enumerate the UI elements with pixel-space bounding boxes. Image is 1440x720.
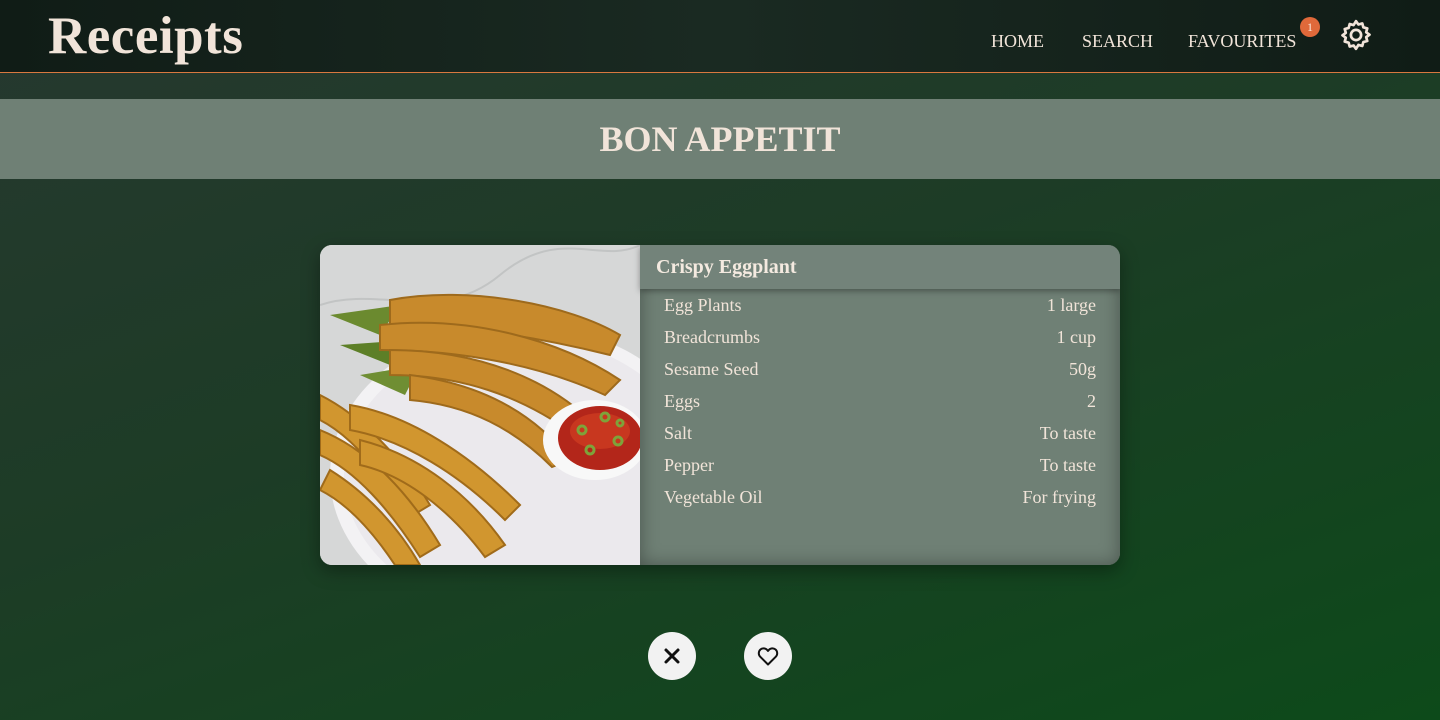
recipe-image: [320, 245, 710, 565]
ingredient-row: Sesame Seed 50g: [664, 357, 1096, 381]
nav-search[interactable]: SEARCH: [1082, 30, 1153, 52]
ingredient-row: Eggs 2: [664, 389, 1096, 413]
ingredient-row: Egg Plants 1 large: [664, 293, 1096, 317]
page-title: BON APPETIT: [599, 119, 841, 159]
gear-icon[interactable]: [1338, 17, 1374, 53]
recipe-card: Crispy Eggplant Egg Plants 1 large Bread…: [320, 245, 1120, 565]
ingredient-name: Pepper: [664, 455, 714, 475]
top-header: Receipts HOME SEARCH FAVOURITES 1: [0, 0, 1440, 73]
ingredient-row: Breadcrumbs 1 cup: [664, 325, 1096, 349]
favourite-button[interactable]: [744, 632, 792, 680]
ingredient-name: Breadcrumbs: [664, 327, 760, 347]
recipe-title: Crispy Eggplant: [656, 256, 797, 278]
ingredient-name: Eggs: [664, 391, 700, 411]
dismiss-button[interactable]: [648, 632, 696, 680]
ingredient-row: Pepper To taste: [664, 453, 1096, 477]
nav-home[interactable]: HOME: [991, 30, 1044, 52]
heart-icon: [757, 647, 779, 666]
nav-favourites[interactable]: FAVOURITES: [1188, 30, 1296, 52]
ingredient-name: Vegetable Oil: [664, 487, 763, 507]
ingredient-name: Egg Plants: [664, 295, 742, 315]
ingredient-row: Salt To taste: [664, 421, 1096, 445]
ingredient-row: Vegetable Oil For frying: [664, 485, 1096, 509]
ingredient-quantity: 1 large: [1046, 295, 1096, 315]
ingredient-name: Sesame Seed: [664, 359, 759, 379]
recipe-header: Crispy Eggplant: [640, 245, 1120, 289]
ingredient-quantity: 50g: [1069, 359, 1096, 379]
recipe-details: Crispy Eggplant Egg Plants 1 large Bread…: [640, 245, 1120, 565]
favourites-count-badge: 1: [1300, 17, 1320, 37]
close-icon: [664, 648, 680, 664]
app-logo[interactable]: Receipts: [48, 4, 243, 68]
ingredient-quantity: 2: [1087, 391, 1096, 411]
page-banner: BON APPETIT: [0, 99, 1440, 179]
ingredient-quantity: To taste: [1039, 455, 1096, 475]
ingredient-quantity: For frying: [1022, 487, 1097, 507]
ingredient-name: Salt: [664, 423, 693, 443]
ingredient-quantity: To taste: [1039, 423, 1096, 443]
ingredient-quantity: 1 cup: [1056, 327, 1097, 347]
